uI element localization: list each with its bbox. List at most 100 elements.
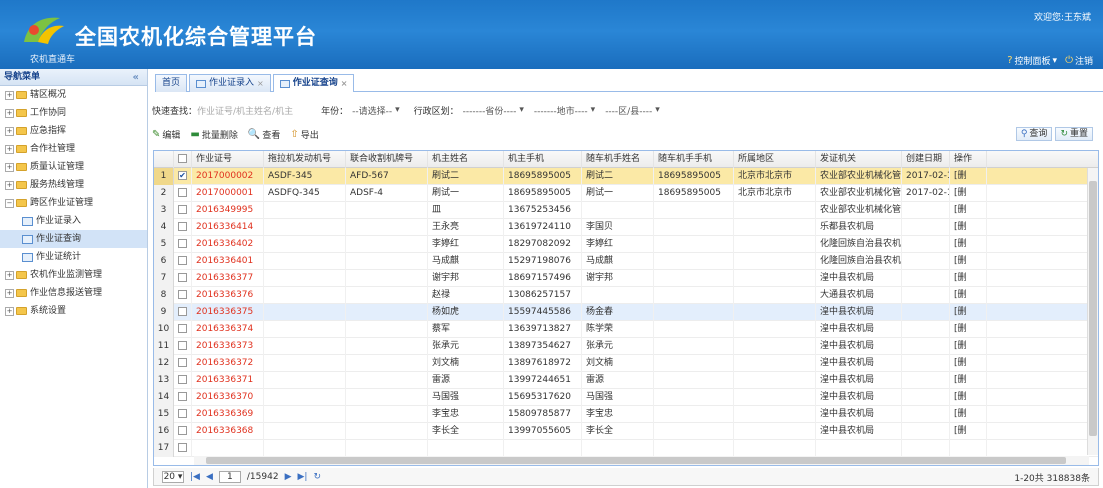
vertical-scrollbar[interactable] bbox=[1087, 168, 1098, 455]
table-row[interactable]: 8 2016336376 赵禄 13086257157 大通县农机局 [删 bbox=[154, 287, 1098, 304]
column-header[interactable]: 创建日期 bbox=[902, 151, 950, 168]
cell-id[interactable]: 2016349995 bbox=[192, 202, 264, 219]
expand-icon[interactable]: + bbox=[5, 162, 14, 172]
expand-icon[interactable]: + bbox=[5, 288, 14, 298]
table-row[interactable]: 11 2016336373 张承元 13897354627 张承元 湟中县农机局 [删 bbox=[154, 338, 1098, 355]
cell-id[interactable]: 2016336370 bbox=[192, 389, 264, 406]
table-row[interactable]: 3 2016349995 皿 13675253456 农业部农业机械化管理 [删 bbox=[154, 202, 1098, 219]
sidebar-item[interactable]: 作业证录入 bbox=[0, 212, 147, 230]
close-icon[interactable]: × bbox=[341, 75, 348, 92]
sidebar-item[interactable]: − 跨区作业证管理 bbox=[0, 194, 147, 212]
expand-icon[interactable]: + bbox=[5, 108, 14, 118]
row-action-link[interactable]: [删 bbox=[950, 321, 987, 338]
row-checkbox[interactable] bbox=[174, 185, 192, 202]
table-row[interactable]: 17 bbox=[154, 440, 1098, 457]
table-row[interactable]: 5 2016336402 李婷红 18297082092 李婷红 化隆回族自治县农机局 [删 bbox=[154, 236, 1098, 253]
county-select[interactable]: ----区/县---- ▾ bbox=[605, 104, 660, 117]
city-select[interactable]: -------地市---- ▾ bbox=[534, 104, 595, 117]
row-checkbox[interactable] bbox=[174, 270, 192, 287]
row-checkbox[interactable] bbox=[174, 304, 192, 321]
row-action-link[interactable]: [删 bbox=[950, 185, 987, 202]
cell-id[interactable]: 2016336375 bbox=[192, 304, 264, 321]
table-row[interactable]: 13 2016336371 雷源 13997244651 雷源 湟中县农机局 [删 bbox=[154, 372, 1098, 389]
row-checkbox[interactable] bbox=[174, 372, 192, 389]
cell-id[interactable]: 2016336371 bbox=[192, 372, 264, 389]
table-row[interactable]: 10 2016336374 蔡军 13639713827 陈学荣 湟中县农机局 [删 bbox=[154, 321, 1098, 338]
table-row[interactable]: 14 2016336370 马国强 15695317620 马国强 湟中县农机局 [删 bbox=[154, 389, 1098, 406]
row-checkbox[interactable] bbox=[174, 338, 192, 355]
sidebar-item[interactable]: + 工作协同 bbox=[0, 104, 147, 122]
expand-icon[interactable]: + bbox=[5, 90, 14, 100]
row-action-link[interactable] bbox=[950, 440, 987, 457]
row-checkbox[interactable] bbox=[174, 406, 192, 423]
row-action-link[interactable]: [删 bbox=[950, 219, 987, 236]
column-header[interactable]: 随车机手姓名 bbox=[582, 151, 654, 168]
row-action-link[interactable]: [删 bbox=[950, 389, 987, 406]
cell-id[interactable]: 2016336368 bbox=[192, 423, 264, 440]
column-header[interactable]: 发证机关 bbox=[816, 151, 902, 168]
tab[interactable]: 作业证录入 × bbox=[189, 74, 271, 92]
row-action-link[interactable]: [删 bbox=[950, 338, 987, 355]
cell-id[interactable]: 2016336369 bbox=[192, 406, 264, 423]
row-checkbox[interactable] bbox=[174, 321, 192, 338]
view-button[interactable]: 🔍 查看 bbox=[248, 128, 280, 141]
row-action-link[interactable]: [删 bbox=[950, 168, 987, 185]
column-header[interactable]: 所属地区 bbox=[734, 151, 816, 168]
vertical-scroll-thumb[interactable] bbox=[1089, 181, 1097, 436]
column-header[interactable]: 作业证号 bbox=[192, 151, 264, 168]
row-action-link[interactable]: [删 bbox=[950, 372, 987, 389]
column-header[interactable]: 联合收割机牌号 bbox=[346, 151, 428, 168]
cell-id[interactable]: 2017000001 bbox=[192, 185, 264, 202]
table-row[interactable]: 7 2016336377 谢宇邦 18697157496 谢宇邦 湟中县农机局 [删 bbox=[154, 270, 1098, 287]
sidebar-item[interactable]: + 作业信息报送管理 bbox=[0, 284, 147, 302]
column-header[interactable]: 机主姓名 bbox=[428, 151, 504, 168]
column-header[interactable]: 拖拉机发动机号 bbox=[264, 151, 346, 168]
export-button[interactable]: ⇧ 导出 bbox=[290, 128, 318, 141]
cell-id[interactable]: 2016336373 bbox=[192, 338, 264, 355]
sidebar-item[interactable]: + 质量认证管理 bbox=[0, 158, 147, 176]
year-select[interactable]: --请选择-- ▾ bbox=[352, 104, 400, 117]
cell-id[interactable]: 2016336372 bbox=[192, 355, 264, 372]
row-checkbox[interactable] bbox=[174, 440, 192, 457]
table-row[interactable]: 6 2016336401 马成麒 15297198076 马成麒 化隆回族自治县农机局 [删 bbox=[154, 253, 1098, 270]
expand-icon[interactable]: + bbox=[5, 144, 14, 154]
sidebar-item[interactable]: + 农机作业监测管理 bbox=[0, 266, 147, 284]
expand-icon[interactable]: + bbox=[5, 180, 14, 190]
row-checkbox[interactable] bbox=[174, 202, 192, 219]
horizontal-scroll-thumb[interactable] bbox=[206, 457, 1066, 464]
tab[interactable]: 首页 bbox=[155, 74, 188, 92]
row-action-link[interactable]: [删 bbox=[950, 236, 987, 253]
cell-id[interactable]: 2017000002 bbox=[192, 168, 264, 185]
select-all-checkbox[interactable] bbox=[174, 151, 192, 168]
cell-id[interactable]: 2016336401 bbox=[192, 253, 264, 270]
last-page-icon[interactable]: ▶| bbox=[297, 472, 307, 482]
table-row[interactable]: 12 2016336372 刘文楠 13897618972 刘文楠 湟中县农机局 [删 bbox=[154, 355, 1098, 372]
expand-icon[interactable]: + bbox=[5, 270, 14, 280]
row-checkbox[interactable] bbox=[174, 389, 192, 406]
refresh-icon[interactable]: ↻ bbox=[313, 472, 321, 482]
table-row[interactable]: 9 2016336375 杨如虎 15597445586 杨金春 湟中县农机局 [删 bbox=[154, 304, 1098, 321]
cell-id[interactable] bbox=[192, 440, 264, 457]
first-page-icon[interactable]: |◀ bbox=[190, 472, 200, 482]
cell-id[interactable]: 2016336374 bbox=[192, 321, 264, 338]
row-action-link[interactable]: [删 bbox=[950, 423, 987, 440]
table-row[interactable]: 16 2016336368 李长全 13997055605 李长全 湟中县农机局 [删 bbox=[154, 423, 1098, 440]
row-action-link[interactable]: [删 bbox=[950, 270, 987, 287]
close-icon[interactable]: × bbox=[257, 75, 264, 92]
province-select[interactable]: -------省份---- ▾ bbox=[463, 104, 524, 117]
table-row[interactable]: 2 2017000001 ASDFQ-345 ADSF-4 刷试一 18695895005… bbox=[154, 185, 1098, 202]
edit-button[interactable]: ✎ 编辑 bbox=[152, 128, 180, 141]
cell-id[interactable]: 2016336414 bbox=[192, 219, 264, 236]
sidebar-item[interactable]: + 合作社管理 bbox=[0, 140, 147, 158]
tab[interactable]: 作业证查询 × bbox=[272, 74, 355, 92]
row-checkbox[interactable] bbox=[174, 287, 192, 304]
row-action-link[interactable]: [删 bbox=[950, 304, 987, 321]
column-header[interactable]: 机主手机 bbox=[504, 151, 582, 168]
expand-icon[interactable]: + bbox=[5, 306, 14, 316]
row-checkbox[interactable] bbox=[174, 253, 192, 270]
horizontal-scrollbar[interactable] bbox=[194, 456, 1089, 465]
collapse-icon[interactable]: − bbox=[5, 198, 14, 208]
sidebar-item[interactable]: + 系统设置 bbox=[0, 302, 147, 320]
row-checkbox[interactable] bbox=[174, 355, 192, 372]
sidebar-item[interactable]: + 应急指挥 bbox=[0, 122, 147, 140]
